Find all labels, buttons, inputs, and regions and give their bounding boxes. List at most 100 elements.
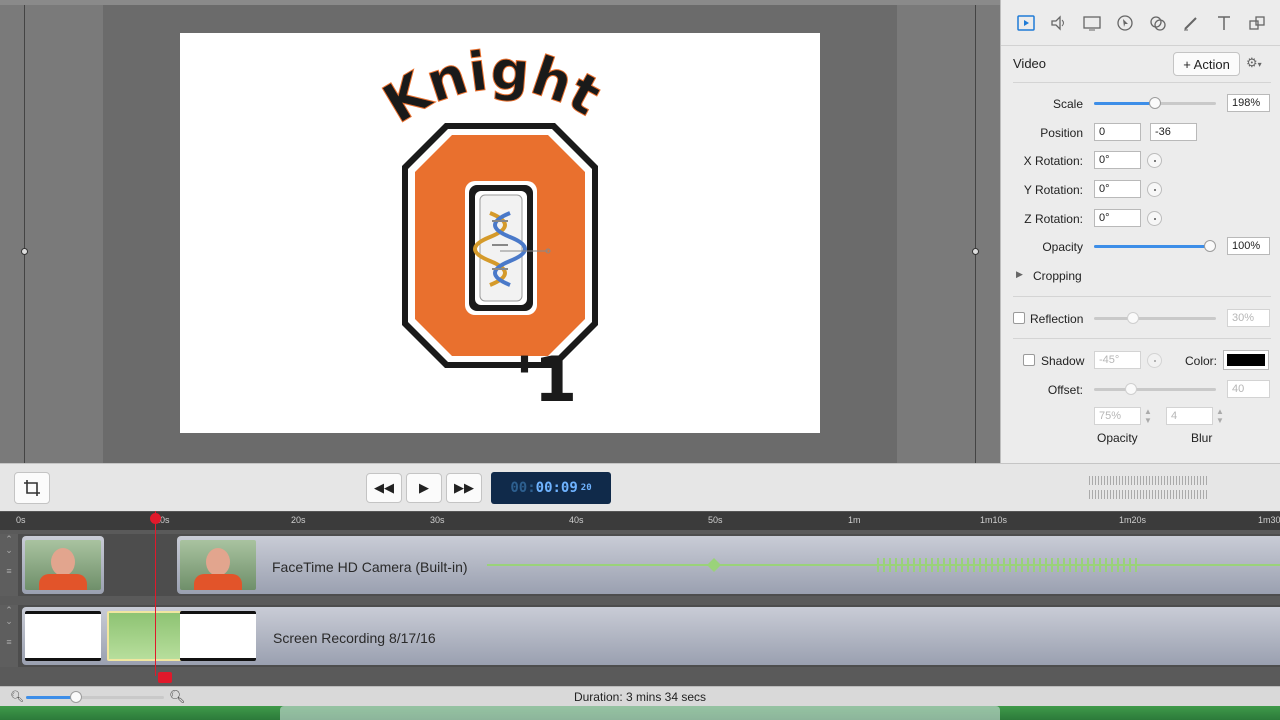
y-rotation-field[interactable]: 0° xyxy=(1094,180,1141,198)
text-icon xyxy=(1217,15,1230,30)
z-rotation-row: Z Rotation: 0° xyxy=(1001,208,1280,230)
position-y-field[interactable]: -36 xyxy=(1150,123,1197,141)
ruler-tick-label: 30s xyxy=(430,515,445,525)
reflection-row: Reflection 30% xyxy=(1001,308,1280,330)
canvas-top-strip xyxy=(0,0,1000,5)
cursor-icon xyxy=(1116,14,1133,31)
crop-icon xyxy=(24,480,40,496)
scale-field[interactable]: 198% xyxy=(1227,94,1270,112)
film-icon xyxy=(1016,14,1035,31)
position-x-field[interactable]: 0 xyxy=(1094,123,1141,141)
audio-clip-thumbnail xyxy=(107,611,183,661)
resize-handle-left[interactable] xyxy=(21,248,28,255)
camera-clip-2[interactable]: FaceTime HD Camera (Built-in) xyxy=(177,536,1280,594)
audio-properties-tab[interactable] xyxy=(1042,8,1075,38)
playhead-handle[interactable] xyxy=(150,513,161,524)
ruler-tick-label: 1m30 xyxy=(1258,515,1280,525)
playhead-marker[interactable] xyxy=(158,672,172,683)
canvas-guide-left xyxy=(24,5,25,463)
shadow-angle-dial[interactable] xyxy=(1147,353,1162,368)
y-rotation-row: Y Rotation: 0° xyxy=(1001,179,1280,201)
settings-dropdown[interactable]: ⚙▾ xyxy=(1246,55,1272,73)
fast-forward-icon: ▶▶ xyxy=(454,480,474,495)
stepper-icon[interactable]: ▲ ▼ xyxy=(1144,407,1152,425)
z-rotation-dial[interactable] xyxy=(1147,211,1162,226)
offset-slider[interactable] xyxy=(1094,383,1216,395)
x-rotation-label: X Rotation: xyxy=(1023,154,1083,168)
opacity-slider[interactable] xyxy=(1094,240,1216,252)
filters-tab[interactable] xyxy=(1141,8,1174,38)
play-button[interactable]: ▶ xyxy=(406,473,442,503)
cropping-row[interactable]: ▶ Cropping xyxy=(1001,265,1280,287)
text-tab[interactable] xyxy=(1207,8,1240,38)
z-rotation-field[interactable]: 0° xyxy=(1094,209,1141,227)
shadow-row: Shadow -45° Color: xyxy=(1001,350,1280,372)
fast-forward-button[interactable]: ▶▶ xyxy=(446,473,482,503)
y-rotation-label: Y Rotation: xyxy=(1023,183,1083,197)
opacity-field[interactable]: 100% xyxy=(1227,237,1270,255)
divider xyxy=(1013,82,1271,83)
audio-level-meter-left xyxy=(1089,476,1207,485)
divider xyxy=(1013,296,1271,297)
x-rotation-dial[interactable] xyxy=(1147,153,1162,168)
video-stage[interactable]: Knight '1 xyxy=(180,33,820,433)
transport-bar: ◀◀ ▶ ▶▶ 00: 00:09 20 xyxy=(0,463,1280,511)
disclosure-triangle-icon: ▶ xyxy=(1016,269,1023,279)
add-action-button[interactable]: + Action xyxy=(1173,52,1240,76)
rewind-button[interactable]: ◀◀ xyxy=(366,473,402,503)
track-header[interactable]: ⌃ ⌄ ≡ xyxy=(0,534,18,596)
position-label: Position xyxy=(1040,126,1083,140)
track-header[interactable]: ⌃ ⌄ ≡ xyxy=(0,605,18,667)
play-icon: ▶ xyxy=(419,480,429,495)
blur-label: Blur xyxy=(1191,431,1213,445)
cursor-properties-tab[interactable] xyxy=(1108,8,1141,38)
crop-button[interactable] xyxy=(14,472,50,504)
knight-logo: Knight '1 xyxy=(372,38,611,416)
pencil-icon xyxy=(1183,16,1197,30)
camera-clip-1[interactable] xyxy=(22,536,104,594)
playhead-line[interactable] xyxy=(155,511,156,676)
section-title: Video xyxy=(1013,56,1047,71)
stepper-icon[interactable]: ▲ ▼ xyxy=(1216,407,1224,425)
scale-slider[interactable] xyxy=(1094,97,1216,109)
monitor-icon xyxy=(1082,15,1101,30)
ruler-tick-label: 1m xyxy=(848,515,861,525)
shadow-checkbox[interactable] xyxy=(1023,354,1035,366)
x-rotation-field[interactable]: 0° xyxy=(1094,151,1141,169)
opacity-label: Opacity xyxy=(1042,240,1083,254)
shadow-color-well[interactable] xyxy=(1223,350,1269,370)
logo-number: '1 xyxy=(515,343,577,416)
blur-field[interactable]: 4 xyxy=(1166,407,1213,425)
canvas-area: Knight '1 xyxy=(0,0,1000,463)
ruler-tick-label: 0s xyxy=(16,515,26,525)
screen-properties-tab[interactable] xyxy=(1075,8,1108,38)
shadow-angle-field[interactable]: -45° xyxy=(1094,351,1141,369)
audio-waveform-peak xyxy=(707,558,721,572)
reflection-checkbox[interactable] xyxy=(1013,312,1025,324)
dock xyxy=(280,706,1000,720)
layout-tab[interactable] xyxy=(1240,8,1273,38)
screen-thumbnail xyxy=(25,611,101,661)
video-properties-tab[interactable] xyxy=(1009,8,1042,38)
shadow-opacity-field[interactable]: 75% xyxy=(1094,407,1141,425)
inspector-tabs xyxy=(1001,0,1280,46)
shadow-color-label: Color: xyxy=(1185,354,1218,368)
reflection-slider[interactable] xyxy=(1094,312,1216,324)
x-rotation-row: X Rotation: 0° xyxy=(1001,150,1280,172)
y-rotation-dial[interactable] xyxy=(1147,182,1162,197)
divider xyxy=(1013,338,1271,339)
screen-recording-clip[interactable]: Screen Recording 8/17/16 xyxy=(22,607,1280,665)
reflection-field[interactable]: 30% xyxy=(1227,309,1270,327)
timecode-display: 00: 00:09 20 xyxy=(491,472,611,504)
canvas-guide-right xyxy=(975,5,976,463)
timeline-ruler[interactable]: 0s 10s 20s 30s 40s 50s 1m 1m10s 1m20s 1m… xyxy=(0,511,1280,530)
timeline-tracks: ⌃ ⌄ ≡ FaceTime HD Camera (Built-in) ⌃ ⌄ ≡ Sc… xyxy=(0,511,1280,686)
annotations-tab[interactable] xyxy=(1174,8,1207,38)
svg-text:Knight: Knight xyxy=(373,38,611,135)
resize-handle-right[interactable] xyxy=(972,248,979,255)
timecode-frames: 20 xyxy=(580,483,592,493)
ruler-tick-label: 40s xyxy=(569,515,584,525)
ruler-tick-label: 20s xyxy=(291,515,306,525)
offset-field[interactable]: 40 xyxy=(1227,380,1270,398)
gear-icon: ⚙ xyxy=(1246,55,1258,70)
